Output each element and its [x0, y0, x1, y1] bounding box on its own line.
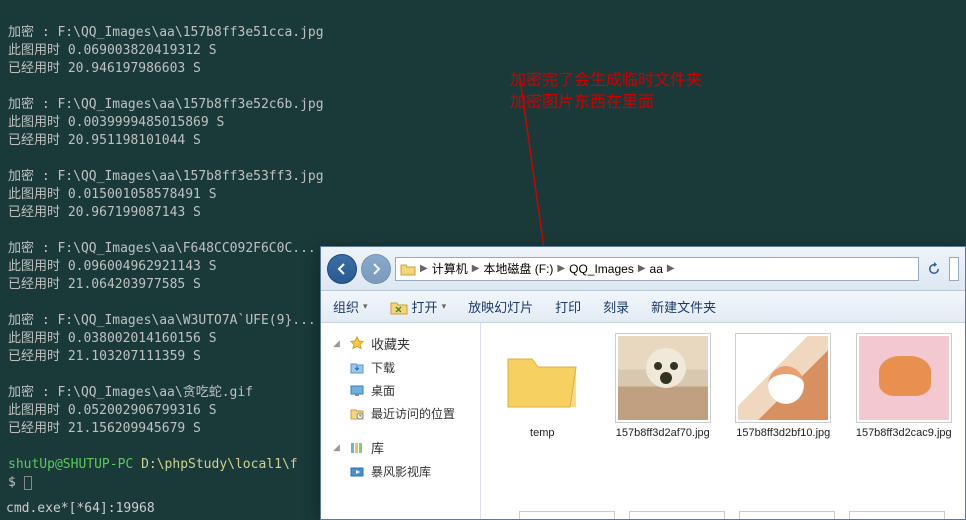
sidebar-favorites[interactable]: ◢ 收藏夹	[327, 331, 474, 356]
terminal-line: 已经用时 20.946197986603 S	[8, 61, 201, 76]
terminal-line: 已经用时 20.967199087143 S	[8, 205, 201, 220]
explorer-sidebar: ◢ 收藏夹 下载 桌面 最近访问的位置	[321, 323, 481, 519]
star-icon	[349, 336, 365, 352]
content-next-row	[505, 511, 965, 519]
file-label: 157b8ff3d2cac9.jpg	[856, 427, 952, 440]
explorer-body: ◢ 收藏夹 下载 桌面 最近访问的位置	[321, 323, 965, 519]
toolbar-organize[interactable]: 组织▾	[333, 297, 368, 316]
search-input[interactable]	[949, 257, 959, 281]
recent-icon	[349, 406, 365, 422]
explorer-content[interactable]: temp 157b8ff3d2af70.jpg 157b8ff3d2bf10.j…	[481, 323, 965, 519]
terminal-line: 加密 : F:\QQ_Images\aa\贪吃蛇.gif	[8, 385, 253, 400]
cursor[interactable]	[24, 476, 32, 490]
explorer-titlebar: ▶ 计算机 ▶ 本地磁盘 (F:) ▶ QQ_Images ▶ aa ▶	[321, 247, 965, 291]
collapse-icon: ◢	[333, 442, 343, 453]
collapse-icon: ◢	[333, 338, 343, 349]
toolbar-print[interactable]: 打印	[555, 297, 581, 316]
open-folder-icon	[390, 299, 408, 315]
refresh-button[interactable]	[923, 258, 945, 280]
terminal-line: 已经用时 21.156209945679 S	[8, 421, 201, 436]
terminal-line: 已经用时 20.951198101044 S	[8, 133, 201, 148]
prompt-dollar: $	[8, 475, 24, 490]
breadcrumb-computer[interactable]: 计算机	[432, 260, 468, 277]
chevron-down-icon: ▾	[442, 301, 447, 312]
annotation-text: 加密完了会生成临时文件夹 加密图片东西在里面	[510, 70, 702, 114]
folder-icon	[400, 262, 416, 276]
breadcrumb-folder1[interactable]: QQ_Images	[569, 262, 634, 276]
nav-forward-button[interactable]	[361, 254, 391, 284]
video-icon	[349, 464, 365, 480]
sidebar-recent[interactable]: 最近访问的位置	[327, 402, 474, 425]
chevron-right-icon: ▶	[665, 263, 677, 274]
image-item[interactable]: 157b8ff3d2af70.jpg	[610, 333, 717, 440]
file-label: 157b8ff3d2bf10.jpg	[736, 427, 830, 440]
sidebar-library[interactable]: ◢ 库	[327, 435, 474, 460]
chevron-right-icon: ▶	[636, 263, 648, 274]
terminal-line: 加密 : F:\QQ_Images\aa\157b8ff3e51cca.jpg	[8, 25, 324, 40]
address-bar[interactable]: ▶ 计算机 ▶ 本地磁盘 (F:) ▶ QQ_Images ▶ aa ▶	[395, 257, 919, 281]
terminal-line: 此图用时 0.038002014160156 S	[8, 331, 217, 346]
file-label: 157b8ff3d2af70.jpg	[616, 427, 710, 440]
toolbar-slideshow[interactable]: 放映幻灯片	[468, 297, 533, 316]
image-thumbnail	[856, 333, 952, 423]
image-item[interactable]: 157b8ff3d2bf10.jpg	[730, 333, 837, 440]
annotation-line2: 加密图片东西在里面	[510, 92, 702, 114]
annotation-line1: 加密完了会生成临时文件夹	[510, 70, 702, 92]
terminal-line: 此图用时 0.096004962921143 S	[8, 259, 217, 274]
image-item[interactable]: 157b8ff3d2cac9.jpg	[851, 333, 958, 440]
breadcrumb-disk[interactable]: 本地磁盘 (F:)	[483, 260, 553, 277]
terminal-line: 已经用时 21.103207111359 S	[8, 349, 201, 364]
terminal-line: 此图用时 0.052002906799316 S	[8, 403, 217, 418]
terminal-line: 此图用时 0.015001058578491 S	[8, 187, 217, 202]
chevron-down-icon: ▾	[363, 301, 368, 312]
terminal-line: 加密 : F:\QQ_Images\aa\157b8ff3e52c6b.jpg	[8, 97, 324, 112]
explorer-toolbar: 组织▾ 打开▾ 放映幻灯片 打印 刻录 新建文件夹	[321, 291, 965, 323]
prompt-path: D:\phpStudy\local1\f	[141, 457, 298, 472]
file-explorer-window: ▶ 计算机 ▶ 本地磁盘 (F:) ▶ QQ_Images ▶ aa ▶ 组织▾…	[320, 246, 966, 520]
toolbar-new-folder[interactable]: 新建文件夹	[651, 297, 716, 316]
prompt-user: shutUp@SHUTUP-PC	[8, 457, 133, 472]
sidebar-downloads[interactable]: 下载	[327, 356, 474, 379]
sidebar-desktop[interactable]: 桌面	[327, 379, 474, 402]
terminal-line: 此图用时 0.0039999485015869 S	[8, 115, 224, 130]
nav-back-button[interactable]	[327, 254, 357, 284]
terminal-line: 加密 : F:\QQ_Images\aa\F648CC092F6C0C...	[8, 241, 316, 256]
library-icon	[349, 440, 365, 456]
folder-item-temp[interactable]: temp	[489, 333, 596, 440]
terminal-line: 加密 : F:\QQ_Images\aa\W3UTO7A`UFE(9}...	[8, 313, 316, 328]
toolbar-burn[interactable]: 刻录	[603, 297, 629, 316]
image-thumbnail	[615, 333, 711, 423]
terminal-line: 此图用时 0.069003820419312 S	[8, 43, 217, 58]
sidebar-bfvideo[interactable]: 暴风影视库	[327, 460, 474, 483]
download-icon	[349, 360, 365, 376]
terminal-status: cmd.exe*[*64]:19968	[6, 500, 155, 518]
chevron-right-icon: ▶	[418, 263, 430, 274]
folder-icon	[502, 341, 582, 416]
chevron-right-icon: ▶	[555, 263, 567, 274]
desktop-icon	[349, 383, 365, 399]
file-label: temp	[530, 427, 554, 440]
terminal-line: 已经用时 21.064203977585 S	[8, 277, 201, 292]
breadcrumb-folder2[interactable]: aa	[650, 262, 663, 276]
chevron-right-icon: ▶	[470, 263, 482, 274]
toolbar-open[interactable]: 打开▾	[390, 297, 447, 316]
image-thumbnail	[735, 333, 831, 423]
terminal-line: 加密 : F:\QQ_Images\aa\157b8ff3e53ff3.jpg	[8, 169, 324, 184]
